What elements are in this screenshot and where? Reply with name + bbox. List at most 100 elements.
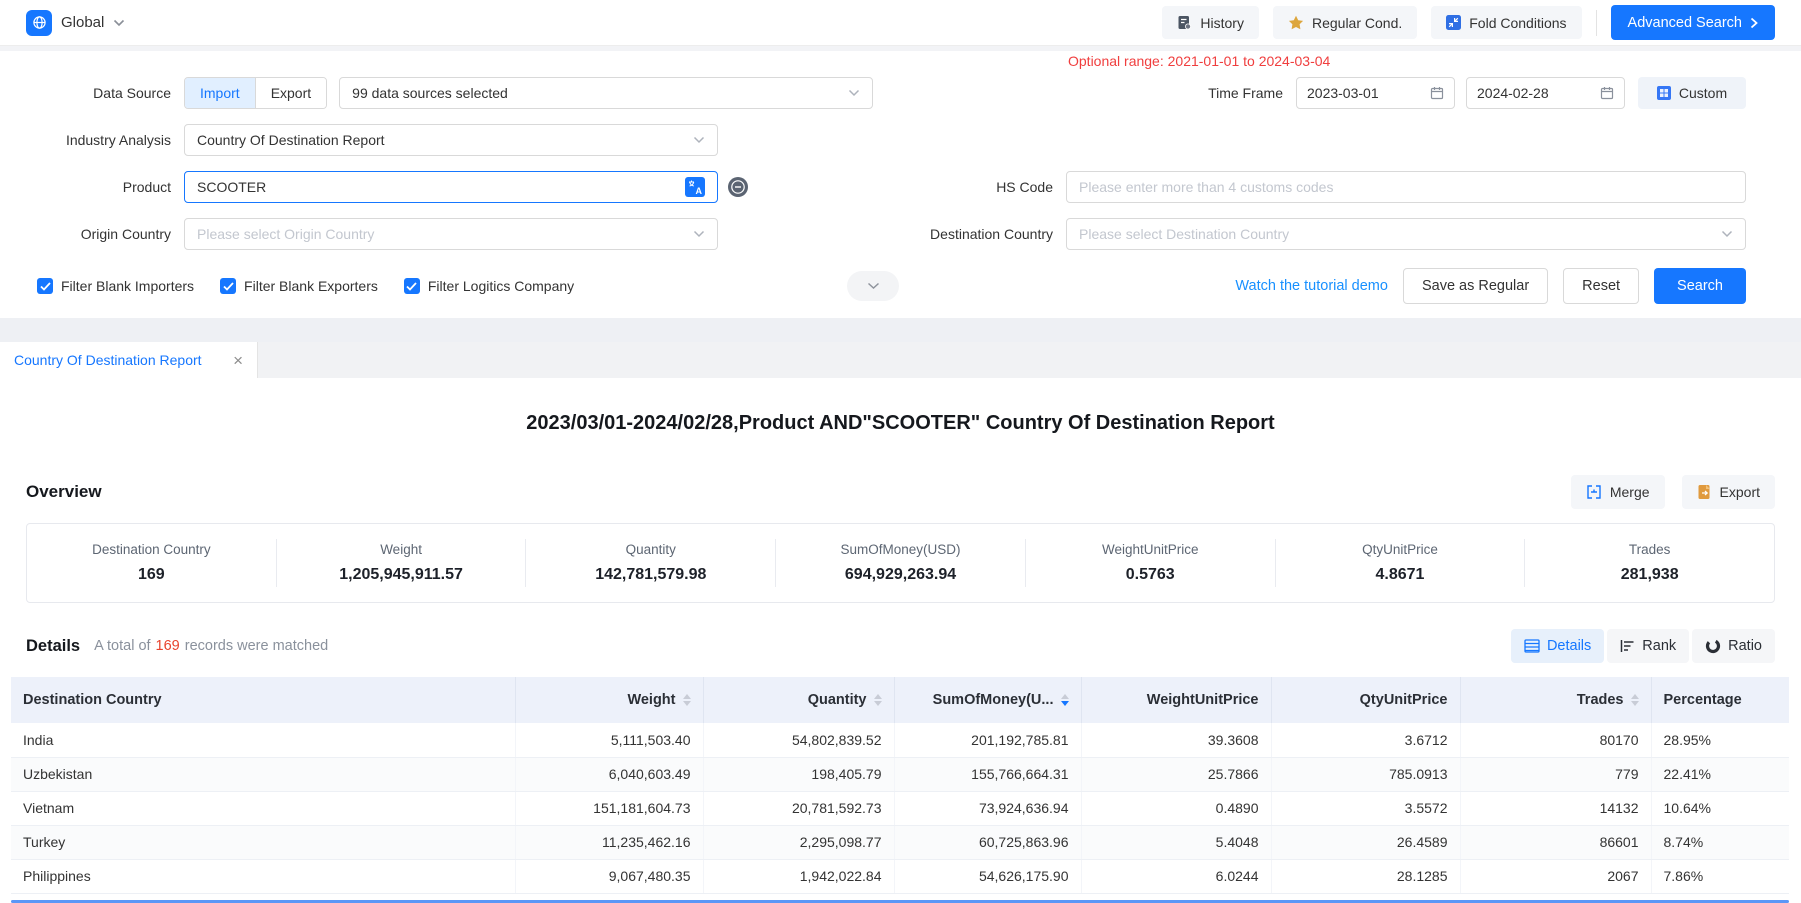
history-label: History — [1200, 15, 1244, 31]
product-label: Product — [0, 179, 184, 195]
product-input[interactable]: SCOOTER A — [184, 171, 718, 203]
table-cell: 14132 — [1460, 791, 1651, 825]
tutorial-link[interactable]: Watch the tutorial demo — [1235, 278, 1388, 294]
origin-country-placeholder: Please select Origin Country — [197, 226, 693, 242]
table-cell: 0.4890 — [1081, 791, 1271, 825]
destination-country-select[interactable]: Please select Destination Country — [1066, 218, 1746, 250]
sort-icon[interactable] — [683, 694, 691, 706]
table-cell: 28.95% — [1651, 723, 1789, 757]
table-cell: 26.4589 — [1271, 825, 1460, 859]
close-icon[interactable]: × — [233, 352, 243, 369]
stat-weight-unit-price: WeightUnitPrice 0.5763 — [1026, 539, 1276, 587]
hs-code-placeholder: Please enter more than 4 customs codes — [1079, 179, 1333, 195]
table-row[interactable]: Turkey11,235,462.162,295,098.7760,725,86… — [11, 825, 1789, 859]
collapse-form-button[interactable] — [847, 271, 899, 301]
topbar-actions: History Regular Cond. Fold Conditions Ad… — [1162, 5, 1775, 40]
view-details-button[interactable]: Details — [1511, 629, 1604, 663]
view-rank-button[interactable]: Rank — [1607, 629, 1689, 663]
chevron-down-icon — [848, 89, 860, 97]
filter-blank-exporters-checkbox[interactable]: Filter Blank Exporters — [220, 278, 378, 294]
origin-country-select[interactable]: Please select Origin Country — [184, 218, 718, 250]
table-cell: 5,111,503.40 — [515, 723, 703, 757]
col-quantity[interactable]: Quantity — [703, 677, 894, 723]
filter-blank-importers-checkbox[interactable]: Filter Blank Importers — [37, 278, 194, 294]
view-ratio-button[interactable]: Ratio — [1692, 629, 1775, 663]
reset-button[interactable]: Reset — [1563, 268, 1639, 304]
data-sources-value: 99 data sources selected — [352, 85, 848, 101]
stat-quantity: Quantity 142,781,579.98 — [526, 539, 776, 587]
globe-icon — [26, 10, 52, 36]
destination-country-label: Destination Country — [930, 226, 1066, 242]
tab-country-of-destination-report[interactable]: Country Of Destination Report × — [0, 342, 258, 378]
advanced-search-button[interactable]: Advanced Search — [1611, 5, 1775, 40]
export-toggle[interactable]: Export — [255, 78, 326, 108]
hs-code-input[interactable]: Please enter more than 4 customs codes — [1066, 171, 1746, 203]
stat-qty-unit-price: QtyUnitPrice 4.8671 — [1276, 539, 1526, 587]
table-cell: 73,924,636.94 — [894, 791, 1081, 825]
details-heading: Details — [26, 637, 80, 656]
export-button[interactable]: Export — [1682, 475, 1775, 509]
chevron-down-icon — [693, 230, 705, 238]
sort-icon-active-desc[interactable] — [1061, 694, 1069, 706]
table-cell: 779 — [1460, 757, 1651, 791]
save-as-regular-button[interactable]: Save as Regular — [1403, 268, 1548, 304]
time-frame-label: Time Frame — [1208, 85, 1296, 101]
overview-header: Overview Merge Export — [26, 475, 1775, 509]
sort-icon[interactable] — [874, 694, 882, 706]
table-row[interactable]: Uzbekistan6,040,603.49198,405.79155,766,… — [11, 757, 1789, 791]
chevron-down-icon — [1721, 230, 1733, 238]
fold-conditions-button[interactable]: Fold Conditions — [1431, 6, 1581, 39]
stat-value: 0.5763 — [1032, 566, 1269, 584]
date-start-value: 2023-03-01 — [1307, 85, 1379, 101]
region-select[interactable]: Global — [26, 10, 125, 36]
checkbox-label: Filter Blank Exporters — [244, 278, 378, 294]
table-cell: 6,040,603.49 — [515, 757, 703, 791]
custom-label: Custom — [1679, 85, 1727, 101]
destination-country-placeholder: Please select Destination Country — [1079, 226, 1721, 242]
table-cell: 11,235,462.16 — [515, 825, 703, 859]
data-sources-select[interactable]: 99 data sources selected — [339, 77, 873, 109]
table-cell: 54,802,839.52 — [703, 723, 894, 757]
regular-cond-button[interactable]: Regular Cond. — [1273, 6, 1417, 39]
table-cell: Turkey — [11, 825, 515, 859]
product-value: SCOOTER — [197, 179, 685, 195]
tab-label: Country Of Destination Report — [14, 352, 233, 368]
col-weight[interactable]: Weight — [515, 677, 703, 723]
merge-button[interactable]: Merge — [1571, 475, 1665, 509]
table-cell: 6.0244 — [1081, 859, 1271, 893]
form-row-countries: Origin Country Please select Origin Coun… — [0, 218, 1746, 250]
industry-analysis-select[interactable]: Country Of Destination Report — [184, 124, 718, 156]
form-actions: Watch the tutorial demo Save as Regular … — [1235, 268, 1746, 304]
custom-range-button[interactable]: Custom — [1638, 77, 1746, 109]
table-row[interactable]: India5,111,503.4054,802,839.52201,192,78… — [11, 723, 1789, 757]
stat-value: 1,205,945,911.57 — [283, 566, 520, 584]
date-end-input[interactable]: 2024-02-28 — [1466, 77, 1625, 109]
export-icon — [1697, 484, 1712, 500]
stat-label: WeightUnitPrice — [1032, 542, 1269, 557]
table-cell: 8.74% — [1651, 825, 1789, 859]
history-button[interactable]: History — [1162, 6, 1259, 39]
stat-value: 281,938 — [1531, 566, 1768, 584]
stat-label: SumOfMoney(USD) — [782, 542, 1019, 557]
import-toggle[interactable]: Import — [185, 78, 255, 108]
table-cell: 9,067,480.35 — [515, 859, 703, 893]
date-start-input[interactable]: 2023-03-01 — [1296, 77, 1455, 109]
col-trades[interactable]: Trades — [1460, 677, 1651, 723]
data-source-toggle: Import Export — [184, 77, 327, 109]
table-cell: 5.4048 — [1081, 825, 1271, 859]
search-form: Optional range: 2021-01-01 to 2024-03-04… — [0, 51, 1801, 318]
table-row[interactable]: Philippines9,067,480.351,942,022.8454,62… — [11, 859, 1789, 893]
table-cell: 2,295,098.77 — [703, 825, 894, 859]
filter-logitics-company-checkbox[interactable]: Filter Logitics Company — [404, 278, 574, 294]
col-sum-of-money[interactable]: SumOfMoney(U... — [894, 677, 1081, 723]
chevron-down-icon — [693, 136, 705, 144]
col-destination-country: Destination Country — [11, 677, 515, 723]
search-button[interactable]: Search — [1654, 268, 1746, 304]
merge-label: Merge — [1610, 484, 1650, 500]
translate-icon[interactable]: A — [685, 177, 705, 197]
table-row[interactable]: Vietnam151,181,604.7320,781,592.7373,924… — [11, 791, 1789, 825]
table-cell: 3.6712 — [1271, 723, 1460, 757]
sort-icon[interactable] — [1631, 694, 1639, 706]
star-icon — [1288, 15, 1304, 30]
exact-match-icon[interactable] — [727, 176, 749, 198]
